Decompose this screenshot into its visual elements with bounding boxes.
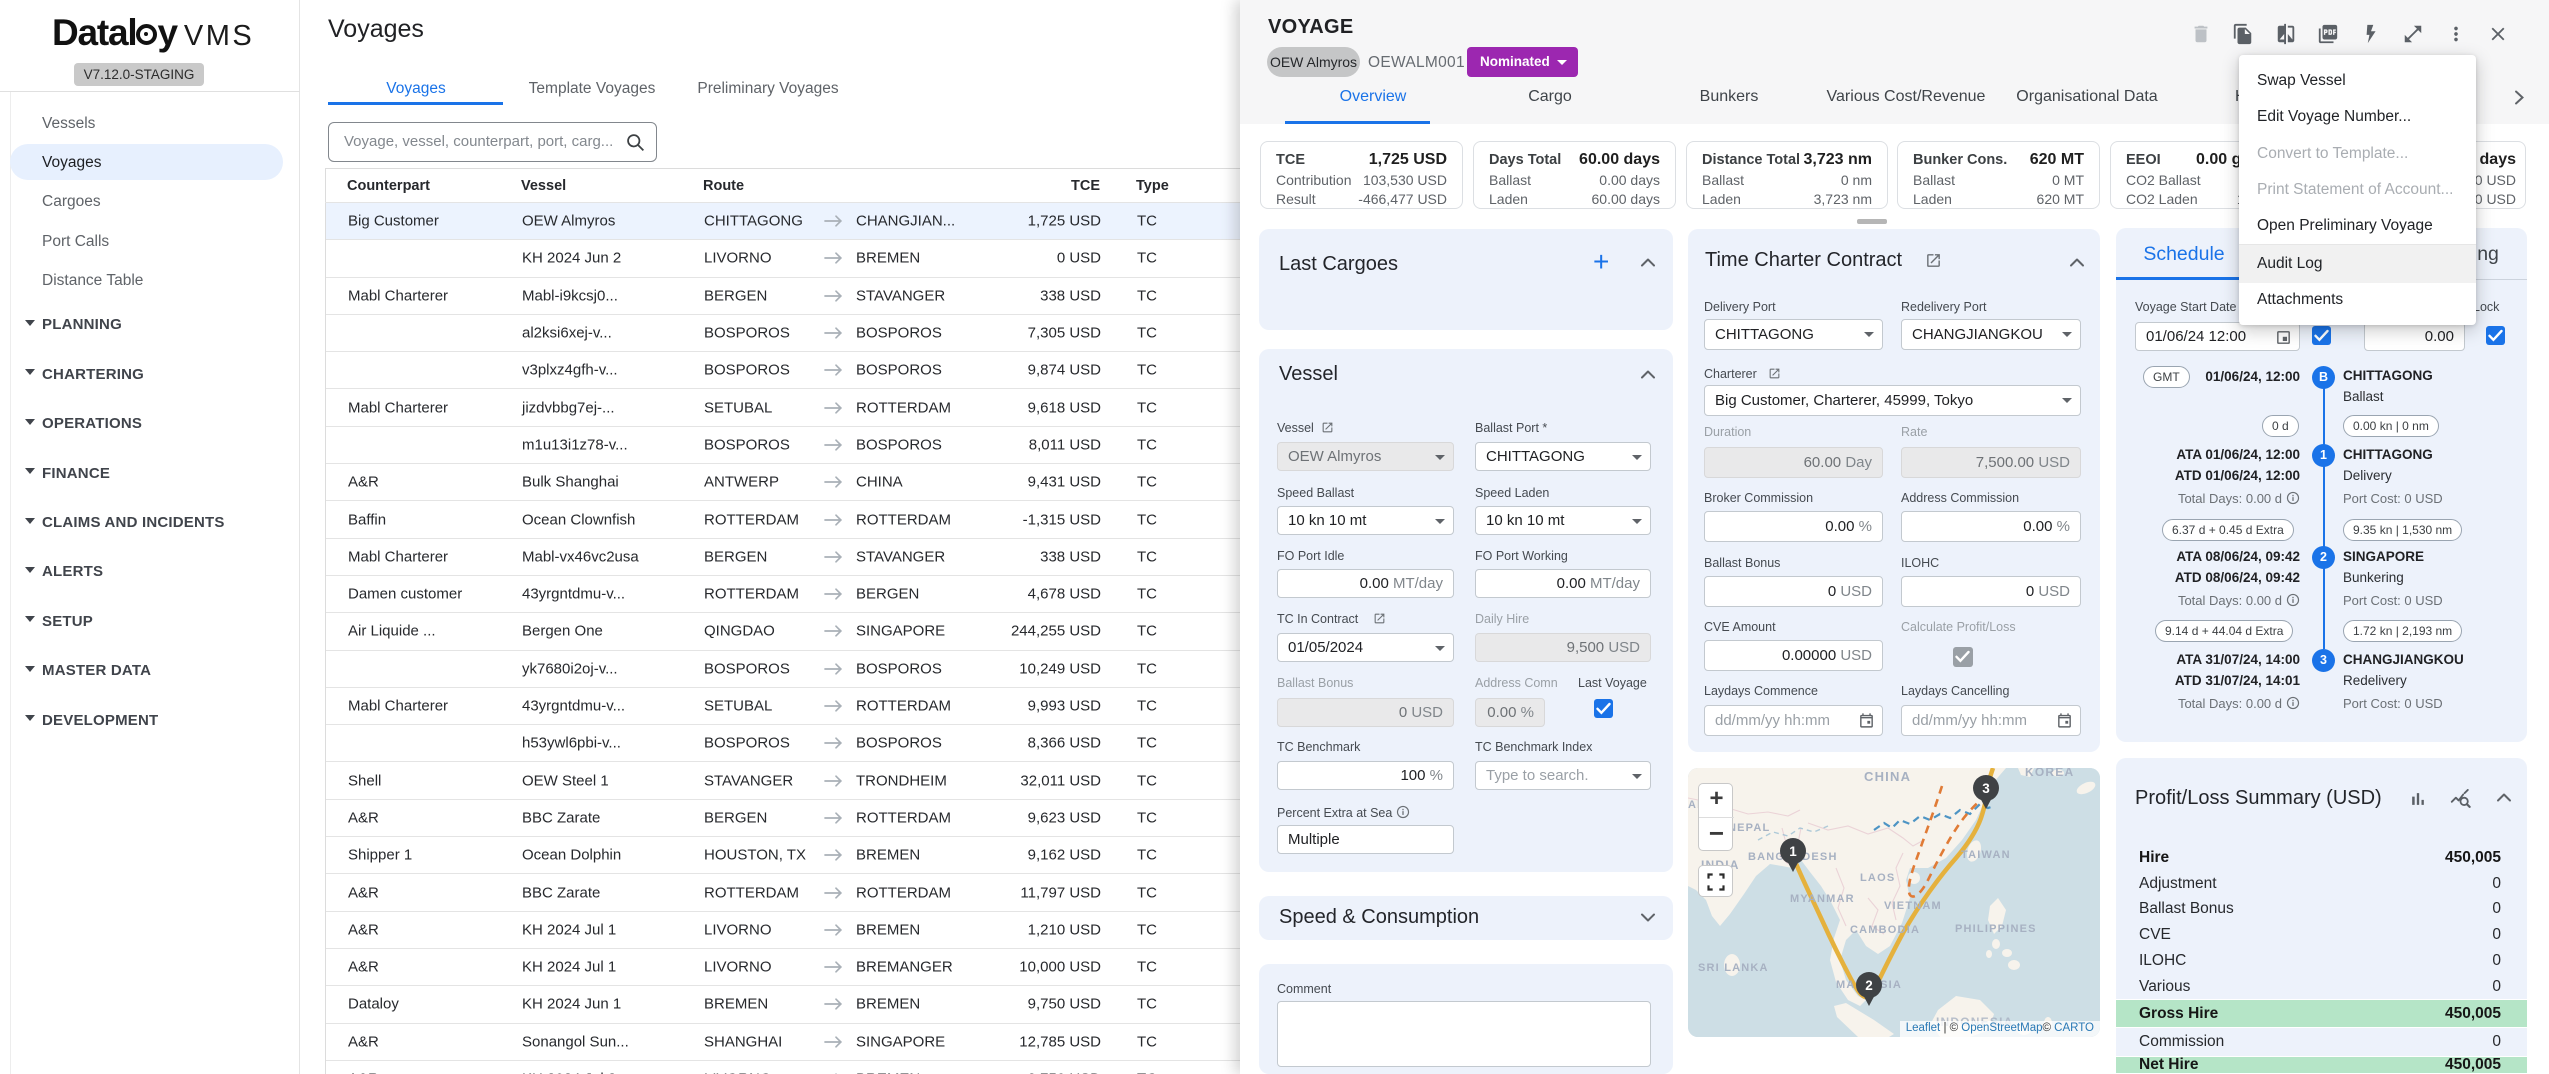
svg-text:MYANMAR: MYANMAR xyxy=(1790,893,1855,905)
svg-text:LAOS: LAOS xyxy=(1860,872,1895,884)
svg-text:TAIWAN: TAIWAN xyxy=(1961,849,2011,861)
svg-text:CAMBODIA: CAMBODIA xyxy=(1850,924,1920,936)
svg-text:KOREA: KOREA xyxy=(2025,768,2074,779)
svg-text:2: 2 xyxy=(1865,978,1873,993)
svg-text:NEPAL: NEPAL xyxy=(1728,822,1770,834)
svg-text:PHILIPPINES: PHILIPPINES xyxy=(1955,923,2037,935)
svg-text:CHINA: CHINA xyxy=(1864,769,1911,784)
svg-text:1: 1 xyxy=(1789,844,1797,859)
svg-text:3: 3 xyxy=(1982,781,1990,796)
svg-text:SRI LANKA: SRI LANKA xyxy=(1698,962,1769,974)
svg-text:VIETNAM: VIETNAM xyxy=(1884,900,1942,912)
